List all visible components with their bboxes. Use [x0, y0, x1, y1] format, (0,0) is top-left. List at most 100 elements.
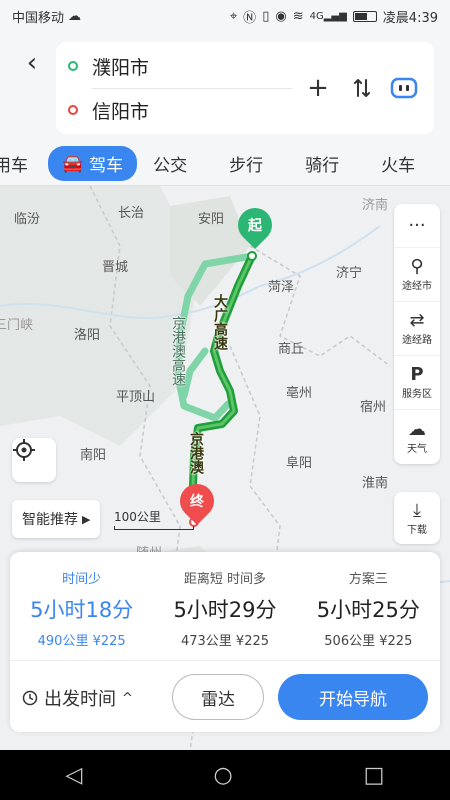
tab-drive[interactable]: 🚘 驾车: [48, 146, 138, 181]
city-label: 阜阳: [286, 456, 313, 471]
status-icons: ⌖ Ⓝ ▯ ◉ ≋ 4G▂▄▆ 凌晨4:39: [230, 7, 438, 26]
scale-bar: [114, 526, 194, 530]
swap-button[interactable]: [346, 72, 378, 104]
road-label-alt: 京港澳高速: [170, 316, 186, 386]
plan-option-1[interactable]: 时间少 5小时18分 490公里 ¥225: [10, 552, 153, 660]
carrier-label: 中国移动: [12, 10, 65, 26]
end-label: 信阳市: [92, 100, 150, 123]
city-label: 安阳: [198, 212, 225, 227]
assistant-icon: [390, 77, 418, 99]
plan-tag: 方案三: [348, 572, 388, 587]
city-label: 亳州: [286, 386, 313, 401]
vibrate-icon: ▯: [262, 8, 270, 24]
city-label: 济宁: [336, 266, 363, 281]
location-icon: ⌖: [229, 8, 238, 24]
plan-duration: 5小时25分: [316, 598, 420, 622]
plan-option-3[interactable]: 方案三 5小时25分 506公里 ¥225: [297, 552, 440, 660]
tab-bike[interactable]: 骑行: [305, 151, 339, 176]
plan-meta: 473公里 ¥225: [180, 634, 270, 649]
back-triangle-icon[interactable]: ◁: [66, 763, 83, 788]
more-icon: ···: [408, 214, 426, 236]
city-label: 晋城: [102, 260, 129, 275]
route-header: ‹ 濮阳市 信阳市 +: [0, 32, 450, 142]
city-label: 商丘: [278, 342, 305, 357]
system-nav-bar: ◁ ○ □: [0, 750, 450, 800]
home-circle-icon[interactable]: ○: [213, 763, 232, 788]
smart-recommend-button[interactable]: 智能推荐 ▶: [12, 500, 101, 538]
time-label: 凌晨4:39: [382, 10, 438, 26]
via-city-button[interactable]: ⚲ 途经市: [394, 248, 440, 302]
map-tools: ··· ⚲ 途经市 ⇄ 途经路 P 服务区 ☁ 天气: [394, 204, 440, 464]
eye-icon: ◉: [275, 8, 287, 24]
city-label: 淮南: [362, 476, 389, 491]
wifi-icon: ≋: [292, 8, 304, 24]
plan-duration: 5小时29分: [173, 598, 277, 622]
radar-button[interactable]: 雷达: [172, 674, 264, 720]
start-dot-icon: [68, 61, 78, 71]
city-label: 洛阳: [74, 328, 101, 343]
swap-icon: [354, 79, 370, 97]
city-label: 临汾: [14, 212, 41, 227]
battery-icon: [352, 10, 377, 22]
city-label: 长治: [118, 206, 145, 221]
status-bar: 中国移动 ☁ ⌖ Ⓝ ▯ ◉ ≋ 4G▂▄▆ 凌晨4:39: [0, 0, 450, 32]
plan-duration: 5小时18分: [30, 598, 134, 622]
end-field[interactable]: 信阳市: [56, 88, 296, 132]
plan-tag: 距离短 时间多: [183, 572, 267, 587]
more-button[interactable]: ···: [394, 204, 440, 248]
start-navigation-button[interactable]: 开始导航: [278, 674, 428, 720]
plus-icon: +: [307, 73, 329, 103]
assistant-button[interactable]: [388, 72, 420, 104]
signal-icon: 4G▂▄▆: [309, 10, 347, 22]
crosshair-icon: [13, 439, 35, 461]
via-road-button[interactable]: ⇄ 途经路: [394, 302, 440, 356]
city-label: 菏泽: [268, 280, 295, 295]
back-button[interactable]: ‹: [18, 50, 46, 78]
parking-icon: P: [410, 364, 424, 385]
nfc-icon: Ⓝ: [243, 10, 257, 26]
service-area-button[interactable]: P 服务区: [394, 356, 440, 410]
route-box: 濮阳市 信阳市 +: [56, 42, 434, 134]
tab-taxi[interactable]: 用车: [0, 151, 28, 176]
car-icon: 🚘: [62, 153, 84, 174]
plans-row: 时间少 5小时18分 490公里 ¥225 距离短 时间多 5小时29分 473…: [10, 552, 440, 660]
add-waypoint-button[interactable]: +: [302, 72, 334, 104]
recents-square-icon[interactable]: □: [364, 763, 385, 788]
plan-option-2[interactable]: 距离短 时间多 5小时29分 473公里 ¥225: [153, 552, 296, 660]
carrier-group: 中国移动 ☁: [12, 7, 81, 26]
plan-meta: 506公里 ¥225: [324, 634, 413, 649]
tab-walk[interactable]: 步行: [229, 151, 263, 176]
city-label: 济南: [362, 198, 389, 213]
tab-train[interactable]: 火车: [381, 151, 415, 176]
download-icon: ⤓: [413, 500, 421, 521]
transport-tabs: 用车 🚘 驾车 公交 步行 骑行 火车: [0, 142, 450, 186]
city-label: 三门峡: [0, 318, 34, 333]
screen: 中国移动 ☁ ⌖ Ⓝ ▯ ◉ ≋ 4G▂▄▆ 凌晨4:39 ‹ 濮阳市 信阳市: [0, 0, 450, 800]
road-label-main-lower: 京港澳: [188, 432, 204, 474]
route-plans-panel: 时间少 5小时18分 490公里 ¥225 距离短 时间多 5小时29分 473…: [10, 552, 440, 732]
pin-icon: ⚲: [410, 256, 424, 277]
end-dot-icon: [68, 105, 78, 115]
chevron-up-icon: ^: [122, 690, 133, 706]
scale-label: 100公里: [114, 510, 161, 524]
cloud-icon: ☁: [68, 8, 82, 24]
route-start-point: [247, 251, 257, 261]
locate-button[interactable]: [12, 438, 56, 482]
road-label-main: 大广高速: [212, 294, 228, 350]
start-field[interactable]: 濮阳市: [56, 44, 296, 88]
triangle-right-icon: ▶: [82, 512, 91, 526]
city-label: 宿州: [360, 400, 387, 415]
cloud-icon: ☁: [408, 418, 426, 440]
weather-button[interactable]: ☁ 天气: [394, 410, 440, 464]
tab-transit[interactable]: 公交: [153, 151, 187, 176]
plan-tag: 时间少: [62, 572, 102, 587]
city-label: 南阳: [80, 448, 107, 463]
depart-time-button[interactable]: 出发时间 ^: [22, 676, 133, 720]
clock-icon: [22, 690, 38, 706]
panel-divider: [10, 660, 440, 661]
city-label: 平顶山: [116, 390, 156, 405]
download-button[interactable]: ⤓ 下载: [394, 492, 440, 544]
plan-meta: 490公里 ¥225: [37, 634, 126, 649]
start-label: 濮阳市: [92, 56, 150, 79]
road-icon: ⇄: [409, 310, 425, 331]
